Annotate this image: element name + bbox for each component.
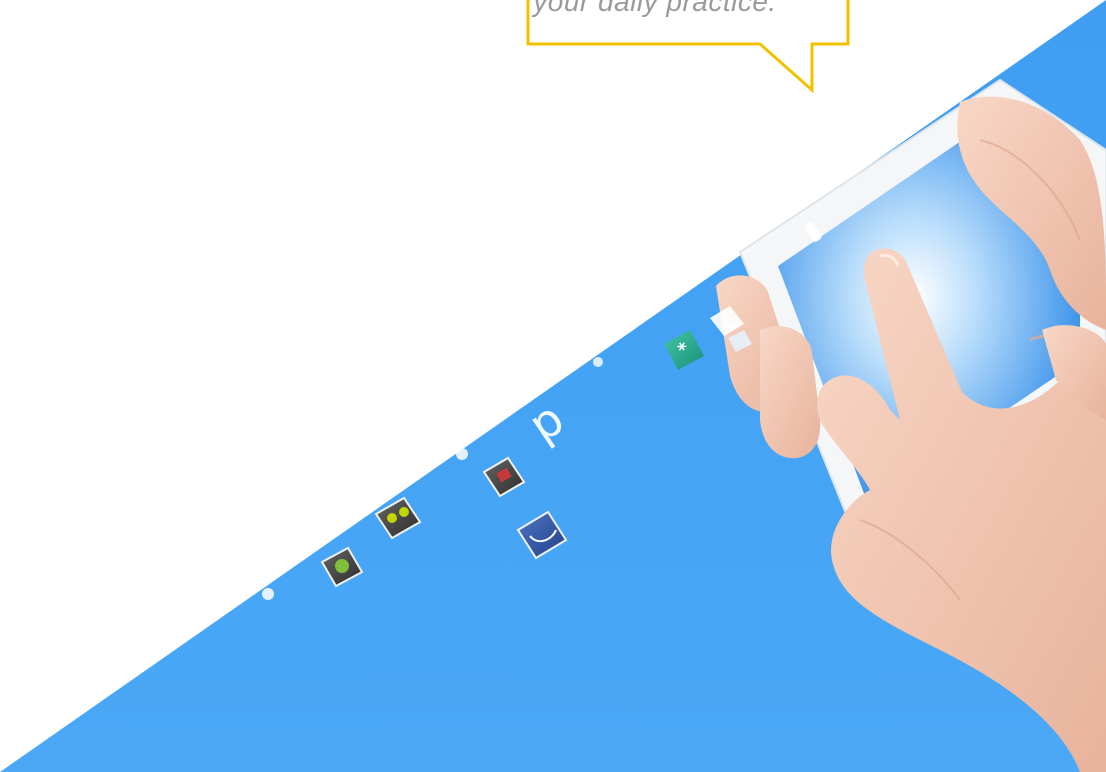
floating-dot (728, 322, 736, 330)
floating-dot (456, 448, 468, 460)
floating-dot (262, 588, 274, 600)
floating-dot (593, 357, 603, 367)
banner-illustration: * p (0, 0, 1106, 772)
callout-text: your daily practice. (533, 0, 777, 17)
marketing-banner: * p your daily practice. (0, 0, 1106, 772)
